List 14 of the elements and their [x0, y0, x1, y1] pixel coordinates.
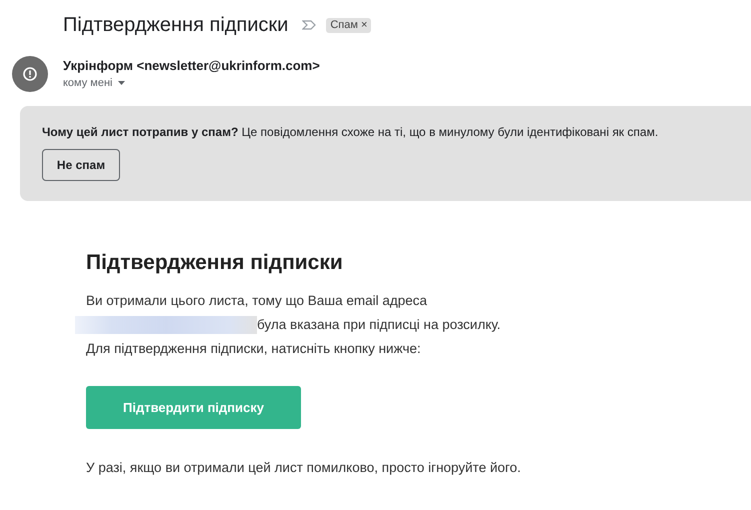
spam-label[interactable]: Спам × — [326, 18, 372, 32]
dropdown-caret-icon[interactable] — [118, 81, 124, 85]
recipient-text: кому мені — [63, 76, 112, 91]
email-subject: Підтвердження підписки — [63, 13, 288, 38]
body-text: Ви отримали цього листа, тому що Ваша email адреса — [86, 293, 428, 308]
warning-icon — [23, 67, 37, 81]
body-text: Для підтвердження підписки, натисніть кнопку нижче: — [86, 341, 421, 356]
not-spam-button[interactable]: Не спам — [42, 149, 120, 181]
footer-text: У разі, якщо ви отримали цей лист помилково, просто ігноруйте його. — [86, 459, 522, 477]
body-text: була вказана при підписці на розсилку. — [257, 316, 501, 334]
body-heading: Підтвердження підписки — [86, 250, 344, 276]
spam-warning-text: Чому цей лист потрапив у спам? Це повідомлення схоже на ті, що в минулому були ідентифіковані як спам. — [42, 124, 660, 140]
importance-marker-icon[interactable] — [302, 20, 316, 30]
sender-name: Укрінформ <newsletter@ukrinform.com> — [63, 57, 320, 75]
